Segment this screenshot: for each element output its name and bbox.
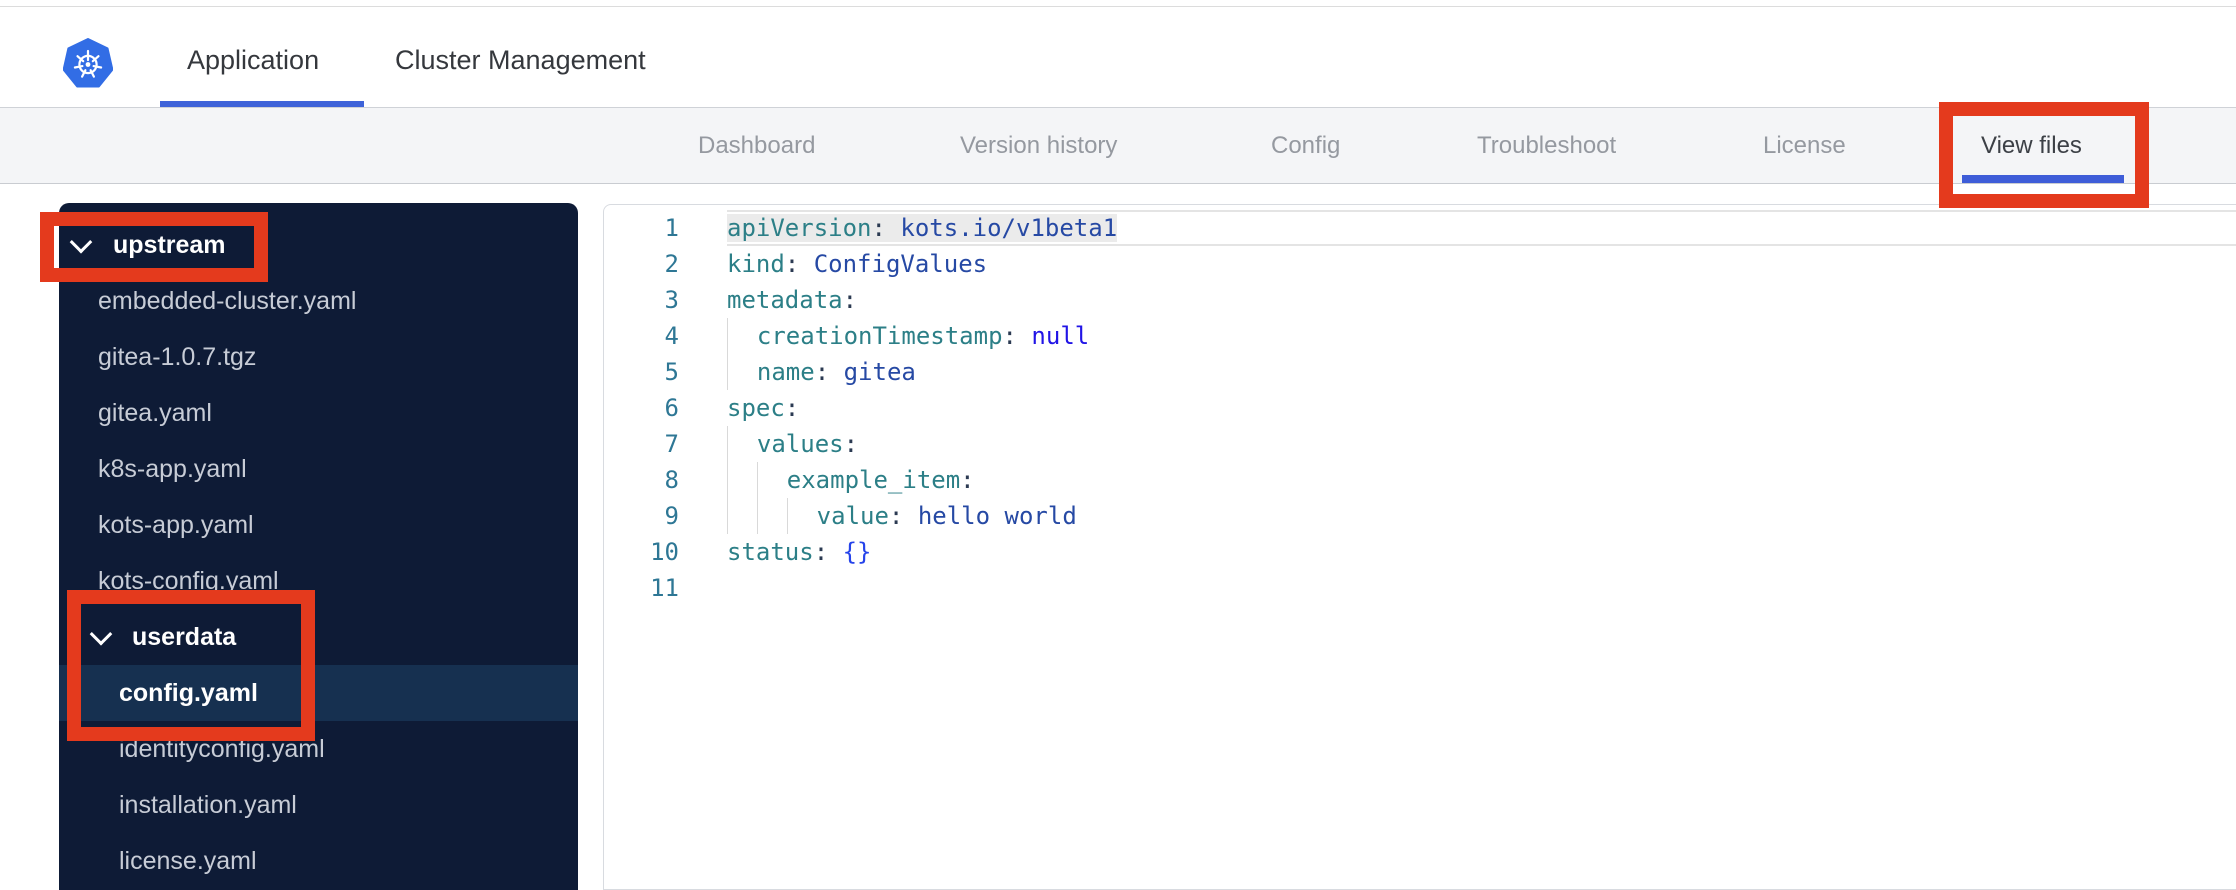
sidebar-file-installation.yaml[interactable]: installation.yaml (59, 777, 578, 833)
code-text: creationTimestamp: null (727, 318, 2236, 354)
indent-guide (727, 462, 757, 498)
file-viewer-editor: 1 apiVersion: kots.io/v1beta1 2 kind: Confi… (603, 204, 2236, 890)
subnav-item-dashboard[interactable]: Dashboard (698, 108, 815, 183)
sidebar-item-label: upstream (113, 230, 226, 259)
line-number: 6 (664, 394, 679, 422)
sidebar-item-label: kots-config.yaml (98, 566, 279, 595)
code-text: status: {} (727, 538, 872, 566)
line-number: 5 (664, 358, 679, 386)
code-line-7[interactable]: 7 values: (604, 426, 2236, 462)
subnav: Dashboard Version history Config Troublesho… (0, 108, 2236, 184)
line-number: 3 (664, 286, 679, 314)
sidebar-file-config.yaml[interactable]: config.yaml (59, 665, 578, 721)
sidebar-file-k8s-app.yaml[interactable]: k8s-app.yaml (59, 441, 578, 497)
sidebar-file-gitea.yaml[interactable]: gitea.yaml (59, 385, 578, 441)
code-text: kind: ConfigValues (727, 250, 988, 278)
tab-cluster-management[interactable]: Cluster Management (395, 45, 646, 79)
code-line-2[interactable]: 2 kind: ConfigValues (604, 246, 2236, 282)
sidebar-file-license.yaml[interactable]: license.yaml (59, 833, 578, 889)
sidebar-file-kots-config.yaml[interactable]: kots-config.yaml (59, 553, 578, 609)
code-text: apiVersion: kots.io/v1beta1 (727, 210, 2236, 246)
code-line-4[interactable]: 4 creationTimestamp: null (604, 318, 2236, 354)
line-number: 7 (664, 430, 679, 458)
sidebar-item-label: config.yaml (119, 678, 258, 707)
indent-guide (727, 354, 757, 390)
sidebar-item-label: identityconfig.yaml (119, 734, 325, 763)
subnav-item-view-files[interactable]: View files (1981, 108, 2082, 183)
indent-guide (756, 462, 787, 498)
sidebar-folder-userdata[interactable]: userdata (59, 609, 578, 665)
code-line-5[interactable]: 5 name: gitea (604, 354, 2236, 390)
subnav-item-license[interactable]: License (1763, 108, 1846, 183)
sidebar-item-label: gitea-1.0.7.tgz (98, 342, 257, 371)
code-line-6[interactable]: 6 spec: (604, 390, 2236, 426)
code-text: name: gitea (727, 354, 2236, 390)
indent-guide (756, 498, 787, 534)
indent-guide (786, 498, 817, 534)
chevron-down-icon (69, 230, 93, 254)
sidebar-item-label: installation.yaml (119, 790, 297, 819)
code-line-11[interactable]: 11 (604, 570, 2236, 606)
sidebar-item-label: userdata (132, 622, 237, 651)
sidebar-item-label: kots-app.yaml (98, 510, 254, 539)
line-number: 10 (650, 538, 679, 566)
sidebar-file-gitea-1.0.7.tgz[interactable]: gitea-1.0.7.tgz (59, 329, 578, 385)
line-number: 8 (664, 466, 679, 494)
code-line-10[interactable]: 10 status: {} (604, 534, 2236, 570)
sidebar-item-label: k8s-app.yaml (98, 454, 247, 483)
top-bar: Application Cluster Management (0, 7, 2236, 107)
indent-guide (727, 318, 757, 354)
kubernetes-logo-icon (63, 38, 113, 88)
file-tree-sidebar: upstream embedded-cluster.yaml gitea-1.0.7… (59, 203, 578, 890)
sidebar-file-identityconfig.yaml[interactable]: identityconfig.yaml (59, 721, 578, 777)
line-number: 1 (664, 214, 679, 242)
code-line-9[interactable]: 9 value: hello world (604, 498, 2236, 534)
subnav-item-troubleshoot[interactable]: Troubleshoot (1477, 108, 1616, 183)
chevron-down-icon (89, 622, 113, 646)
sidebar-item-label: gitea.yaml (98, 398, 212, 427)
sidebar-file-kots-app.yaml[interactable]: kots-app.yaml (59, 497, 578, 553)
indent-guide (727, 498, 757, 534)
code-text: example_item: (727, 462, 2236, 498)
sidebar-item-label: embedded-cluster.yaml (98, 286, 357, 315)
subnav-item-version-history[interactable]: Version history (960, 108, 1117, 183)
line-number: 9 (664, 502, 679, 530)
code-text: metadata: (727, 286, 858, 314)
code-line-1[interactable]: 1 apiVersion: kots.io/v1beta1 (604, 210, 2236, 246)
code-line-3[interactable]: 3 metadata: (604, 282, 2236, 318)
line-number: 2 (664, 250, 679, 278)
line-number: 11 (650, 574, 679, 602)
subnav-item-config[interactable]: Config (1271, 108, 1340, 183)
sidebar-file-embedded-cluster.yaml[interactable]: embedded-cluster.yaml (59, 273, 578, 329)
view-files-active-underline (1962, 175, 2124, 183)
tab-application[interactable]: Application (187, 45, 319, 79)
code-text: values: (727, 426, 2236, 462)
code-text: spec: (727, 394, 800, 422)
sidebar-item-label: license.yaml (119, 846, 257, 875)
sidebar-folder-upstream[interactable]: upstream (59, 217, 578, 273)
code-text: value: hello world (727, 498, 2236, 534)
code-line-8[interactable]: 8 example_item: (604, 462, 2236, 498)
line-number: 4 (664, 322, 679, 350)
indent-guide (727, 426, 757, 462)
